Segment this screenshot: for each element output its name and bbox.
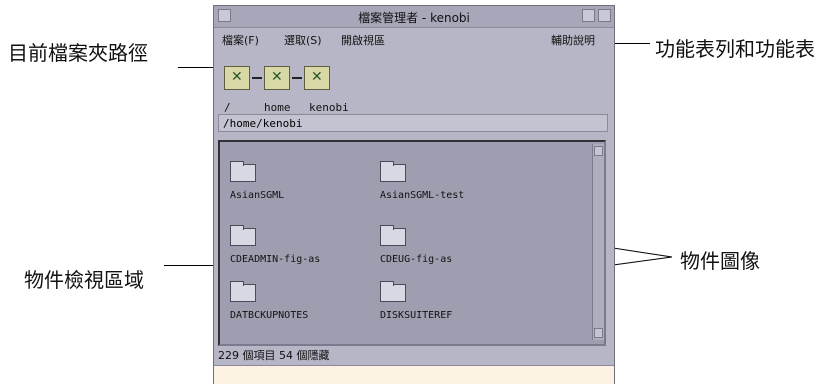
window-title: 檔案管理者 - kenobi (358, 11, 470, 25)
status-bar: 229 個項目 54 個隱藏 (218, 349, 330, 362)
folder-icon (230, 161, 256, 182)
object-item[interactable]: AsianSGML-test (380, 161, 530, 212)
folder-icon (230, 225, 256, 246)
bottom-panel (214, 365, 614, 384)
vertical-scrollbar[interactable] (592, 144, 604, 340)
folder-icon (380, 225, 406, 246)
object-item[interactable]: CDEUG-fig-as (380, 225, 530, 276)
path-label-home: home (264, 101, 291, 114)
object-view-area[interactable]: AsianSGML AsianSGML-test CDEADMIN-fig-as… (218, 140, 606, 346)
maximize-button[interactable] (598, 9, 611, 22)
object-label: CDEUG-fig-as (380, 254, 453, 265)
callout-path: 目前檔案夾路徑 (8, 41, 148, 65)
menu-select[interactable]: 選取(S) (284, 32, 322, 48)
folder-x-icon: ✕ (271, 69, 283, 85)
file-manager-window: 檔案管理者 - kenobi 檔案(F) 選取(S) 開啟視區 輔助說明 ✕ ✕… (213, 5, 615, 384)
callout-view: 物件檢視區域 (24, 268, 144, 292)
menu-bar: 檔案(F) 選取(S) 開啟視區 輔助說明 (214, 28, 614, 48)
path-field[interactable]: /home/kenobi (218, 114, 608, 132)
object-item[interactable]: DATBCKUPNOTES (230, 281, 380, 332)
scroll-up-arrow-icon[interactable] (594, 146, 603, 156)
object-label: AsianSGML (230, 190, 285, 201)
object-item[interactable]: AsianSGML (230, 161, 380, 212)
menu-help[interactable]: 輔助說明 (551, 32, 595, 48)
path-separator (292, 77, 302, 79)
object-item[interactable]: DISKSUITEREF (380, 281, 530, 332)
path-label-kenobi: kenobi (309, 101, 349, 114)
callout-menubar: 功能表列和功能表 (655, 37, 815, 61)
folder-x-icon: ✕ (231, 69, 243, 85)
callout-objects: 物件圖像 (680, 249, 760, 273)
object-label: AsianSGML-test (380, 190, 465, 201)
minimize-button[interactable] (582, 9, 595, 22)
path-separator (252, 77, 262, 79)
scroll-down-arrow-icon[interactable] (594, 328, 603, 338)
path-home-button[interactable]: ✕ (264, 66, 290, 90)
title-bar[interactable]: 檔案管理者 - kenobi (214, 6, 614, 28)
path-label-root: / (224, 101, 231, 114)
path-kenobi-button[interactable]: ✕ (304, 66, 330, 90)
menu-file[interactable]: 檔案(F) (222, 32, 259, 48)
callout-path-line (178, 67, 218, 68)
object-label: CDEADMIN-fig-as (230, 254, 321, 265)
menu-open-view[interactable]: 開啟視區 (341, 32, 385, 48)
object-label: DATBCKUPNOTES (230, 310, 309, 321)
folder-icon (380, 281, 406, 302)
folder-icon (380, 161, 406, 182)
path-root-button[interactable]: ✕ (224, 66, 250, 90)
object-item[interactable]: CDEADMIN-fig-as (230, 225, 380, 276)
folder-x-icon: ✕ (311, 69, 323, 85)
folder-icon (230, 281, 256, 302)
object-label: DISKSUITEREF (380, 310, 453, 321)
